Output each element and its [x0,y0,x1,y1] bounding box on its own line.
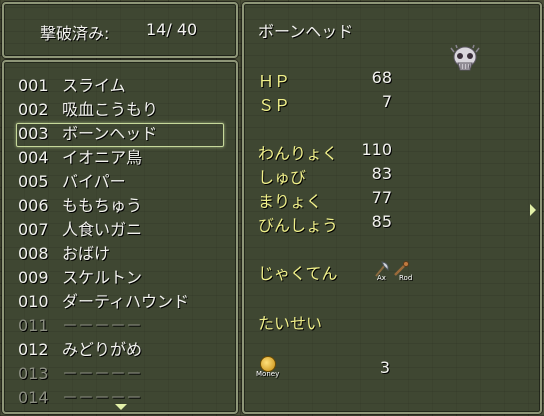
monster-list-item[interactable]: 009 スケルトン [18,266,142,290]
monster-list-name: 人食いガニ [62,220,143,239]
strength-label: わんりょく [258,144,339,163]
kill-count-value: 14/ 40 [146,20,198,39]
monster-name: ボーンヘッド [258,22,354,41]
monster-number: 009 [18,268,49,287]
monster-number: 012 [18,340,49,359]
monster-list-name: －－－－－ [62,388,143,407]
monster-number: 013 [18,364,49,383]
monster-number: 007 [18,220,49,239]
monster-number: 014 [18,388,49,407]
monster-list-item[interactable]: 011 －－－－－ [18,314,142,338]
monster-list-item[interactable]: 007 人食いガニ [18,218,142,242]
hp-value: 68 [371,68,392,87]
strength-value: 110 [361,140,392,159]
monster-number: 005 [18,172,49,191]
magic-value: 77 [371,188,392,207]
monster-list-item[interactable]: 010 ダーティハウンド [18,290,189,314]
money-value: 3 [379,358,390,377]
monster-list-name: 吸血こうもり [62,100,159,119]
hp-label: ＨＰ [258,72,291,91]
money-caption: Money [256,370,280,378]
monster-number: 001 [18,76,49,95]
monster-list-item[interactable]: 013 －－－－－ [18,362,142,386]
kill-count-label: 撃破済み: [40,24,110,43]
monster-number: 010 [18,292,49,311]
monster-list-name: －－－－－ [62,364,143,383]
magic-label: まりょく [258,192,323,211]
monster-list-name: イオニア鳥 [62,148,143,167]
kill-count-window: 撃破済み: 14/ 40 [2,2,238,58]
monster-number: 008 [18,244,49,263]
monster-list-item[interactable]: 006 ももちゅう [18,194,142,218]
next-page-arrow-icon[interactable] [530,204,536,216]
monster-list-name: バイパー [62,172,126,191]
sp-label: ＳＰ [258,96,291,115]
defense-label: しゅび [258,168,307,187]
selection-cursor [16,123,224,147]
resistance-label: たいせい [258,314,323,333]
monster-number: 006 [18,196,49,215]
monster-list-item[interactable]: 002 吸血こうもり [18,98,158,122]
sp-value: 7 [381,92,392,111]
monster-detail-window: ボーンヘッド ＨＰ 68 ＳＰ 7 わんりょく 110 しゅび 83 まりょく … [242,2,542,414]
rod-caption: Rod [399,274,413,282]
monster-list-name: スライム [62,76,126,95]
monster-list-item[interactable]: 008 おばけ [18,242,110,266]
monster-list-name: ダーティハウンド [62,292,190,311]
weakness-label: じゃくてん [258,264,338,283]
monster-list-item[interactable]: 005 バイパー [18,170,126,194]
monster-number: 004 [18,148,49,167]
agility-label: びんしょう [258,216,339,235]
monster-number: 002 [18,100,49,119]
monster-list-name: おばけ [62,244,111,263]
scroll-down-arrow-icon[interactable] [115,404,127,410]
agility-value: 85 [371,212,392,231]
monster-list-item[interactable]: 001 スライム [18,74,126,98]
monster-list-window[interactable]: 001 スライム 002 吸血こうもり 003 ボーンヘッド 004 イオニア鳥 005 バイパー… [2,60,238,414]
monster-list-name: スケルトン [62,268,143,287]
monster-list-name: ももちゅう [62,196,143,215]
monster-list-name: みどりがめ [62,340,143,359]
monster-list-item[interactable]: 004 イオニア鳥 [18,146,142,170]
monster-list-item[interactable]: 012 みどりがめ [18,338,142,362]
monster-number: 011 [18,316,49,335]
defense-value: 83 [371,164,392,183]
axe-caption: Ax [377,274,386,282]
bone-head-monster-icon [450,44,480,71]
monster-list-name: －－－－－ [62,316,143,335]
